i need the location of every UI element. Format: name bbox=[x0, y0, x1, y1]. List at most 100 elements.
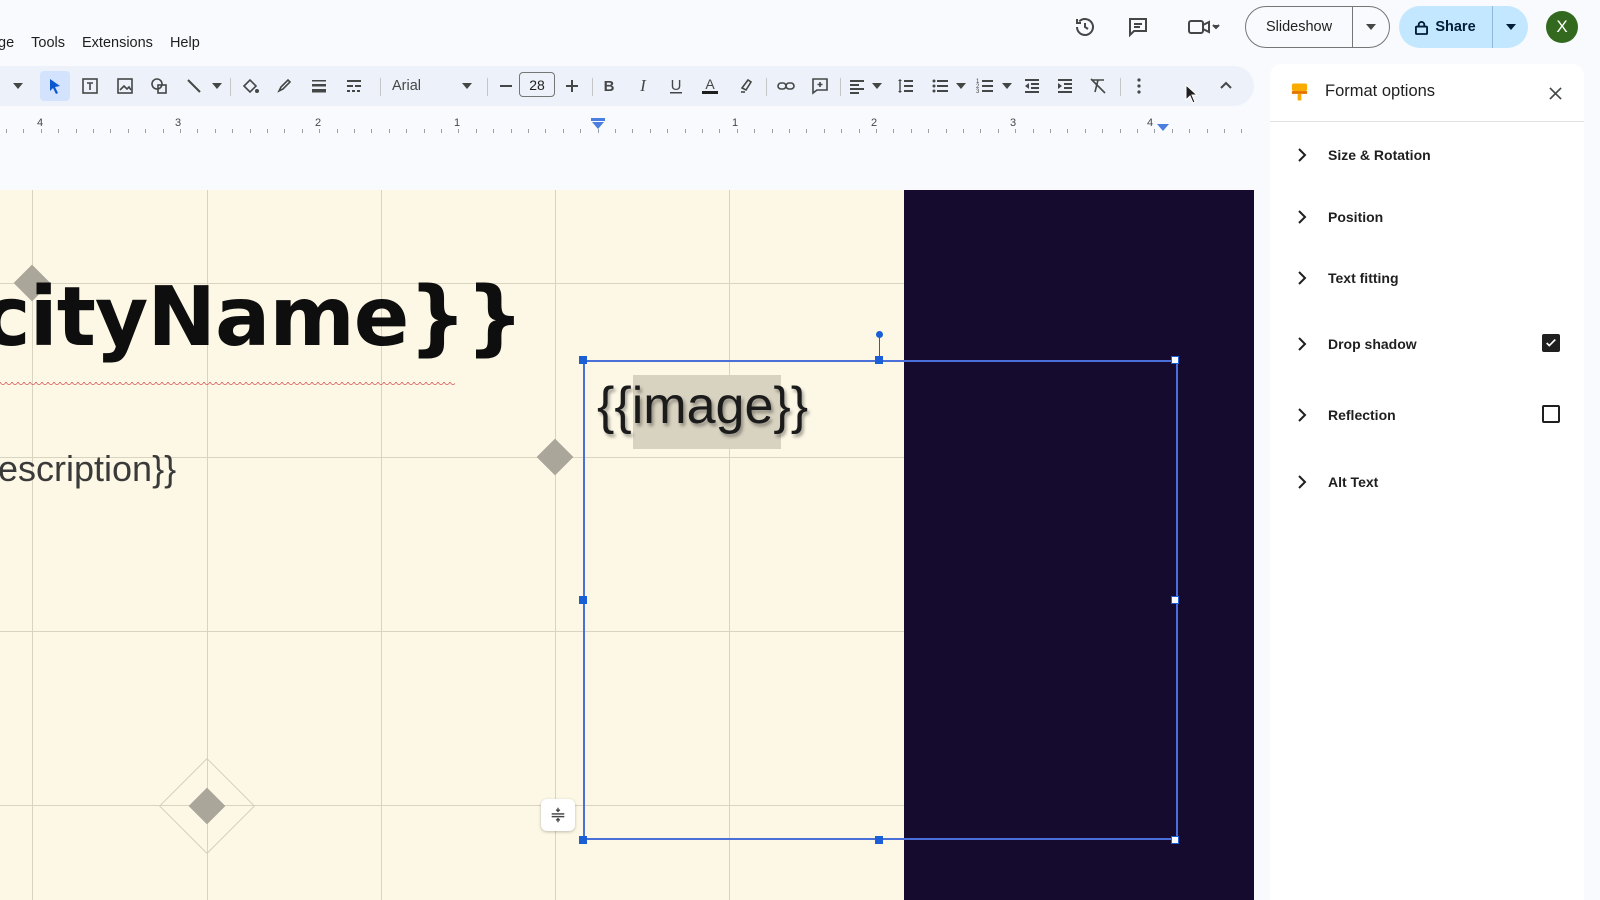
slideshow-button[interactable]: Slideshow bbox=[1246, 7, 1353, 47]
ruler-tick bbox=[702, 129, 703, 133]
chevron-down-icon[interactable] bbox=[211, 71, 223, 101]
slide[interactable]: cityName}} escription}} {{image}} bbox=[0, 190, 1254, 900]
ruler-tick bbox=[458, 129, 460, 133]
option-label: Position bbox=[1328, 209, 1384, 225]
chevron-down-icon[interactable] bbox=[1001, 71, 1013, 101]
reflection-checkbox[interactable] bbox=[1542, 405, 1560, 423]
ruler-tick bbox=[963, 129, 964, 133]
bold-icon[interactable]: B bbox=[596, 71, 622, 101]
highlight-color-icon[interactable] bbox=[732, 71, 760, 101]
text-color-icon[interactable]: A bbox=[696, 71, 724, 101]
version-history-icon[interactable] bbox=[1070, 12, 1100, 42]
chevron-right-icon bbox=[1298, 148, 1307, 162]
option-text-fitting[interactable]: Text fitting bbox=[1270, 258, 1584, 298]
slideshow-dropdown-button[interactable] bbox=[1353, 7, 1389, 47]
ruler-tick bbox=[475, 129, 477, 133]
line-icon[interactable] bbox=[180, 71, 208, 101]
ruler-tick bbox=[1067, 129, 1069, 133]
ruler-tick bbox=[162, 129, 164, 133]
ruler-tick bbox=[127, 129, 129, 133]
option-drop-shadow[interactable]: Drop shadow bbox=[1270, 324, 1584, 364]
resize-handle-left[interactable] bbox=[579, 596, 587, 604]
resize-handle-bottom-right[interactable] bbox=[1171, 836, 1179, 844]
resize-handle-bottom-left[interactable] bbox=[579, 836, 587, 844]
comments-icon[interactable] bbox=[1123, 12, 1153, 42]
menu-arrange[interactable]: ge bbox=[0, 35, 14, 51]
menu-extensions[interactable]: Extensions bbox=[82, 35, 153, 51]
ruler-tick bbox=[1189, 129, 1191, 133]
shape-icon[interactable] bbox=[145, 71, 173, 101]
resize-handle-top-right[interactable] bbox=[1171, 356, 1179, 364]
meet-camera-icon[interactable] bbox=[1180, 12, 1226, 42]
italic-icon[interactable]: I bbox=[630, 71, 656, 101]
clear-formatting-icon[interactable] bbox=[1085, 71, 1111, 101]
option-alt-text[interactable]: Alt Text bbox=[1270, 462, 1584, 502]
resize-handle-top-left[interactable] bbox=[579, 356, 587, 364]
line-spacing-icon[interactable] bbox=[892, 71, 918, 101]
ruler-tick bbox=[1137, 129, 1138, 133]
right-indent-marker-icon[interactable] bbox=[1156, 122, 1170, 132]
ruler-tick bbox=[110, 129, 112, 133]
ruler-tick bbox=[997, 129, 999, 133]
rotation-handle[interactable] bbox=[876, 331, 883, 338]
resize-handle-bottom[interactable] bbox=[875, 836, 883, 844]
more-options-icon[interactable] bbox=[1128, 71, 1150, 101]
close-panel-button[interactable] bbox=[1543, 81, 1567, 105]
increase-indent-icon[interactable] bbox=[1052, 71, 1078, 101]
vertical-align-icon bbox=[551, 807, 565, 823]
underline-icon[interactable]: U bbox=[663, 71, 689, 101]
menu-tools[interactable]: Tools bbox=[31, 35, 65, 51]
border-color-icon[interactable] bbox=[270, 71, 298, 101]
add-comment-icon[interactable] bbox=[806, 71, 834, 101]
vertical-align-button[interactable] bbox=[541, 799, 575, 831]
ruler-label: 4 bbox=[1146, 117, 1154, 129]
description-text[interactable]: escription}} bbox=[0, 448, 176, 490]
chevron-down-icon[interactable] bbox=[461, 71, 473, 101]
toolbar-divider bbox=[840, 78, 841, 96]
option-size-rotation[interactable]: Size & Rotation bbox=[1270, 135, 1584, 175]
ruler-tick bbox=[684, 129, 686, 133]
ruler-tick bbox=[441, 129, 442, 133]
menu-help[interactable]: Help bbox=[170, 35, 200, 51]
ruler-tick bbox=[1224, 129, 1225, 133]
avatar[interactable]: X bbox=[1546, 11, 1578, 43]
resize-handle-right[interactable] bbox=[1171, 596, 1179, 604]
chevron-right-icon bbox=[1298, 210, 1307, 224]
city-name-title[interactable]: cityName}} bbox=[0, 270, 524, 365]
text-box-icon[interactable] bbox=[76, 71, 104, 101]
ruler-tick bbox=[806, 129, 808, 133]
horizontal-ruler[interactable]: 4 3 2 1 1 2 3 4 bbox=[0, 116, 1254, 138]
resize-handle-top[interactable] bbox=[875, 356, 883, 364]
font-size-input[interactable]: 28 bbox=[519, 72, 555, 97]
mouse-cursor-icon bbox=[1185, 84, 1199, 104]
option-reflection[interactable]: Reflection bbox=[1270, 395, 1584, 435]
ruler-tick bbox=[754, 129, 756, 133]
option-position[interactable]: Position bbox=[1270, 197, 1584, 237]
insert-image-icon[interactable] bbox=[111, 71, 139, 101]
selection-box[interactable] bbox=[583, 360, 1178, 840]
bulleted-list-icon[interactable] bbox=[928, 71, 952, 101]
chevron-down-icon[interactable] bbox=[955, 71, 967, 101]
increase-font-size-icon[interactable] bbox=[561, 71, 583, 101]
drop-shadow-checkbox[interactable] bbox=[1542, 334, 1560, 352]
select-tool-icon[interactable] bbox=[40, 71, 70, 101]
ruler-tick bbox=[319, 129, 321, 133]
share-button[interactable]: Share bbox=[1399, 6, 1493, 48]
ruler-tick bbox=[371, 129, 373, 133]
border-dash-icon[interactable] bbox=[340, 71, 368, 101]
chevron-down-icon[interactable] bbox=[12, 71, 24, 101]
chevron-down-icon[interactable] bbox=[871, 71, 883, 101]
toolbar-divider bbox=[380, 78, 381, 96]
border-weight-icon[interactable] bbox=[305, 71, 333, 101]
decrease-font-size-icon[interactable] bbox=[495, 71, 517, 101]
numbered-list-icon[interactable]: 123 bbox=[973, 71, 997, 101]
svg-text:U: U bbox=[671, 77, 682, 94]
ruler-tick bbox=[1206, 129, 1208, 133]
decrease-indent-icon[interactable] bbox=[1019, 71, 1045, 101]
fill-color-icon[interactable] bbox=[236, 71, 264, 101]
share-dropdown-button[interactable] bbox=[1493, 6, 1528, 48]
insert-link-icon[interactable] bbox=[772, 71, 800, 101]
align-left-icon[interactable] bbox=[846, 71, 868, 101]
ruler-tick bbox=[388, 129, 390, 133]
chevron-up-icon[interactable] bbox=[1214, 71, 1238, 101]
